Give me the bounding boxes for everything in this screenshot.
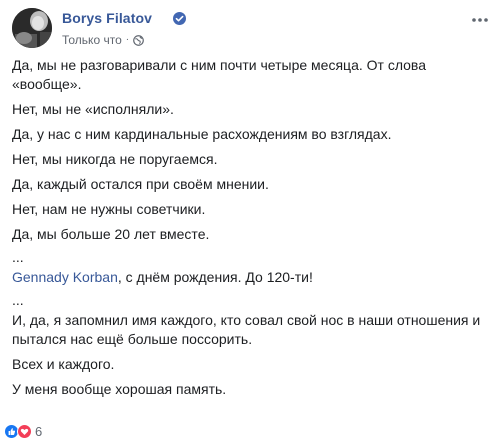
- more-options-button[interactable]: [468, 8, 492, 32]
- post-header: Borys Filatov Только что ·: [12, 8, 492, 48]
- verified-badge-icon: [173, 12, 186, 25]
- reactions-bar[interactable]: 6: [4, 424, 42, 439]
- love-icon: [17, 424, 32, 439]
- more-icon: [472, 18, 488, 22]
- facebook-post: Borys Filatov Только что · Да, мы не раз…: [0, 0, 504, 439]
- meta-separator: ·: [125, 34, 130, 45]
- post-paragraph: Да, мы больше 20 лет вместе.: [12, 226, 210, 242]
- ellipsis: ...: [12, 249, 24, 265]
- avatar-image: [12, 8, 52, 48]
- author-avatar[interactable]: [12, 8, 52, 48]
- post-paragraph: Нет, нам не нужны советчики.: [12, 201, 206, 217]
- post-paragraph: И, да, я запомнил имя каждого, кто совал…: [12, 312, 481, 347]
- reaction-count: 6: [35, 424, 43, 439]
- globe-icon[interactable]: [133, 34, 144, 46]
- post-timestamp[interactable]: Только что: [62, 33, 122, 47]
- author-name[interactable]: Borys Filatov: [62, 10, 152, 26]
- ellipsis: ...: [12, 292, 24, 308]
- mention-link[interactable]: Gennady Korban: [12, 269, 118, 285]
- post-paragraph: Всех и каждого.: [12, 356, 115, 372]
- post-body: Да, мы не разговаривали с ним почти четы…: [12, 56, 494, 405]
- post-paragraph: Да, мы не разговаривали с ним почти четы…: [12, 57, 426, 92]
- birthday-text: , с днём рождения. До 120-ти!: [117, 269, 313, 285]
- post-paragraph: Да, у нас с ним кардинальные расхождения…: [12, 126, 392, 142]
- post-paragraph: Нет, мы никогда не поругаемся.: [12, 151, 218, 167]
- post-paragraph: Нет, мы не «исполняли».: [12, 101, 174, 117]
- post-meta: Только что ·: [62, 33, 144, 47]
- post-paragraph: У меня вообще хорошая память.: [12, 381, 227, 397]
- post-paragraph: Да, каждый остался при своём мнении.: [12, 176, 269, 192]
- birthday-paragraph: Gennady Korban, с днём рождения. До 120-…: [12, 268, 494, 287]
